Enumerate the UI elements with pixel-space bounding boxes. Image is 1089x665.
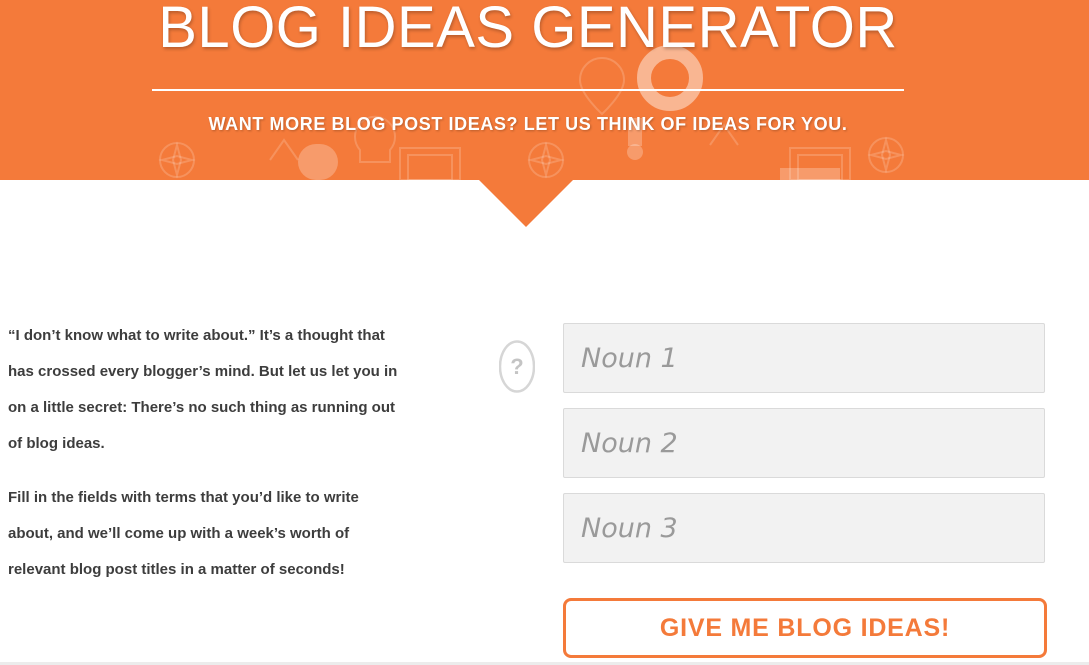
noun-3-input[interactable] xyxy=(563,493,1045,563)
title-divider xyxy=(152,89,904,91)
pennant-icon xyxy=(269,138,299,161)
page-title: BLOG IDEAS GENERATOR xyxy=(158,0,898,60)
picture-frame-icon xyxy=(399,147,461,180)
intro-text: “I don’t know what to write about.” It’s… xyxy=(8,318,408,606)
chat-bubble-icon xyxy=(298,144,338,180)
compass-icon xyxy=(867,136,905,174)
blog-ideas-page: BLOG IDEAS GENERATOR WANT MORE BLOG POST… xyxy=(0,0,1089,665)
page-subtitle: WANT MORE BLOG POST IDEAS? LET US THINK … xyxy=(208,114,848,134)
noun-2-input[interactable] xyxy=(563,408,1045,478)
help-glyph: ? xyxy=(510,354,523,379)
compass-icon xyxy=(527,141,565,179)
generate-ideas-button[interactable]: GIVE ME BLOG IDEAS! xyxy=(563,598,1047,658)
question-mark-icon xyxy=(627,45,703,160)
question-circle-icon[interactable]: ? xyxy=(499,340,535,393)
intro-paragraph: “I don’t know what to write about.” It’s… xyxy=(8,327,398,452)
hero-pointer-arrow xyxy=(479,180,573,227)
intro-paragraph: Fill in the fields with terms that you’d… xyxy=(8,489,359,578)
compass-icon xyxy=(158,141,196,179)
map-pin-icon xyxy=(578,57,626,116)
book-icon xyxy=(780,168,840,180)
hero-banner: BLOG IDEAS GENERATOR WANT MORE BLOG POST… xyxy=(0,0,1089,180)
noun-1-input[interactable] xyxy=(563,323,1045,393)
